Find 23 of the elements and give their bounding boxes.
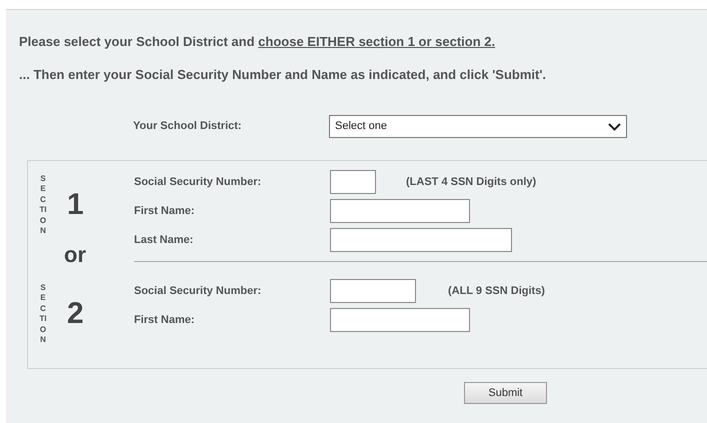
submit-button[interactable]: Submit (464, 382, 547, 404)
field-label: Social Security Number: (134, 284, 262, 299)
field-label: Last Name: (134, 232, 194, 248)
section-number: 2 (67, 299, 84, 329)
input-field[interactable] (330, 228, 512, 252)
input-field[interactable] (330, 308, 470, 332)
district-dropdown[interactable]: Select one (329, 115, 627, 138)
section-number: 1 (67, 190, 84, 220)
hint-text: (LAST 4 SSN Digits only) (406, 174, 536, 190)
field-label: First Name: (134, 204, 196, 219)
instruction-text: Please select your School District and choose EITHER section 1 or section 2. (19, 33, 496, 51)
instruction-text: ... Then enter your Social Security Number and Name as indicated, and click 'Submit'. (19, 66, 548, 84)
input-field[interactable] (330, 170, 376, 194)
field-label: Your School District: (133, 119, 243, 134)
or-text: or (64, 244, 87, 268)
field-label: Social Security Number: (134, 174, 262, 190)
hint-text: (ALL 9 SSN Digits) (448, 284, 545, 299)
chevron-down-icon (608, 122, 621, 130)
section-vertical-label: SECTION (39, 282, 47, 346)
input-field[interactable] (330, 199, 470, 223)
input-field[interactable] (330, 279, 416, 303)
section-vertical-label: SECTION (39, 174, 47, 236)
field-label: First Name: (134, 312, 196, 328)
